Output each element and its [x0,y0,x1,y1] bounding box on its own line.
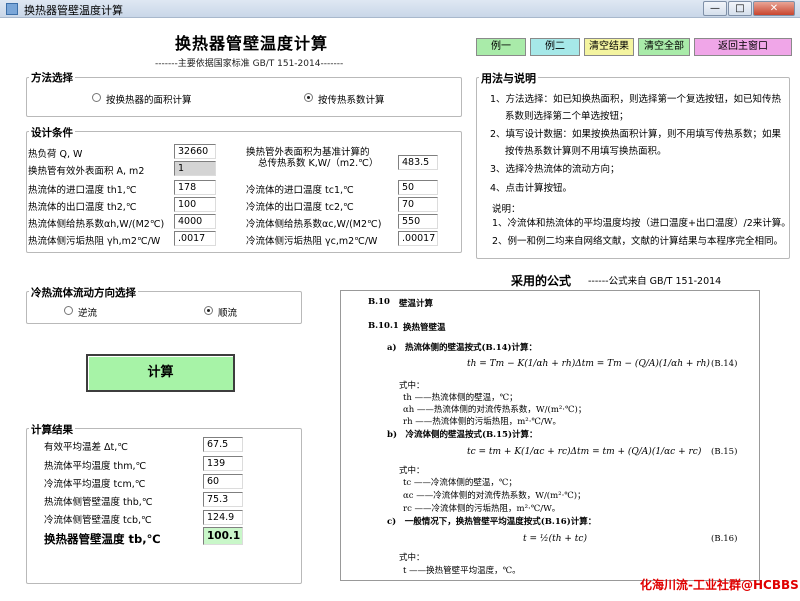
formula-eq15: tc = tm + K(1/αc + rc)Δtm = tm + (Q/A)(1… [467,447,702,457]
maximize-button[interactable]: □ [728,1,752,16]
example1-button[interactable]: 例一 [476,38,526,56]
input-th2[interactable]: 100 [174,197,216,212]
formula-a-text: a) 热流体侧的壁温按式(B.14)计算： [387,343,538,353]
formula-where-1: 式中： [399,381,425,391]
usage-line-6: 4、点击计算按钮。 [490,183,573,194]
label-th2: 热流体的出口温度 th2,℃ [28,202,137,213]
formula-subsec-title: 换热管壁温 [403,323,446,333]
radio-coef-dot[interactable] [304,93,313,102]
usage-group-title: 用法与说明 [479,70,538,86]
usage-line-3: 2、填写设计数据：如果按换热面积计算，则不用填写传热系数；如果 [490,129,782,140]
radio-counter-dot[interactable] [64,306,73,315]
output-final-tb[interactable]: 100.1 [203,527,243,545]
formula-sec-title: 壁温计算 [399,299,434,309]
label-alpha-c: 冷流体侧给热系数αc,W/(M2℃) [246,219,382,230]
label-th1: 热流体的进口温度 th1,℃ [28,185,137,196]
results-group-title: 计算结果 [29,422,75,437]
label-k-line2: 总传热系数 K,W/（m2.℃） [258,158,379,169]
input-tc1[interactable]: 50 [398,180,438,195]
formula-b-def-1: tc ——冷流体侧的壁温，℃； [403,478,517,488]
radio-coef-label: 按传热系数计算 [318,95,385,106]
example2-button[interactable]: 例二 [530,38,580,56]
output-thm[interactable]: 139 [203,456,243,471]
usage-note-1: 1、冷流体和热流体的平均温度均按（进口温度+出口温度）/2来计算。 [492,218,791,229]
formula-b-text: b) 冷流体侧的壁温按式(B.15)计算： [387,430,538,440]
watermark-text: 化海川流-工业社群@HCBBS [640,578,799,592]
formula-image: B.10 壁温计算 B.10.1 换热管壁温 a) 热流体侧的壁温按式(B.14… [340,290,760,581]
label-gamma-h: 热流体侧污垢热阻 γh,m2℃/W [28,236,161,247]
radio-area-dot[interactable] [92,93,101,102]
formula-sec-no: B.10 [368,297,390,307]
usage-line-5: 3、选择冷热流体的流动方向； [490,164,620,175]
input-k[interactable]: 483.5 [398,155,438,170]
radio-parallel-dot[interactable] [204,306,213,315]
close-button[interactable]: ✕ [753,1,795,16]
page-subtitle: -------主要依据国家标准 GB/T 151-2014------- [155,59,344,69]
formula-eq16-no: (B.16) [711,534,738,544]
usage-line-1: 1、方法选择：如已知换热面积，则选择第一个复选按钮，如已知传热 [490,94,782,105]
input-heat-load[interactable]: 32660 [174,144,216,159]
clear-all-button[interactable]: 清空全部 [638,38,690,56]
label-thb: 热流体侧管壁温度 thb,℃ [44,497,153,508]
label-tcb: 冷流体侧管壁温度 tcb,℃ [44,515,152,526]
label-tcm: 冷流体平均温度 tcm,℃ [44,479,146,490]
formula-where-2: 式中： [399,466,425,476]
label-heat-load: 热负荷 Q, W [28,149,83,160]
label-tc1: 冷流体的进口温度 tc1,℃ [246,185,354,196]
label-dtm: 有效平均温差 Δt,℃ [44,442,128,453]
back-main-button[interactable]: 返回主窗口 [694,38,792,56]
output-tcm[interactable]: 60 [203,474,243,489]
usage-line-4: 按传热系数计算则不用填写换热面积。 [505,146,667,157]
formula-eq15-no: (B.15) [711,447,738,457]
input-alpha-c[interactable]: 550 [398,214,438,229]
radio-parallel-label: 顺流 [218,308,238,319]
minimize-button[interactable]: — [703,1,727,16]
input-tc2[interactable]: 70 [398,197,438,212]
label-area: 换热管有效外表面积 A, m2 [28,166,145,177]
output-dtm[interactable]: 67.5 [203,437,243,452]
label-final-tb: 换热器管壁温度 tb,℃ [44,532,161,546]
formula-b-def-2: αc ——冷流体侧的对流传热系数，W/(m²·℃)； [403,491,586,501]
window-titlebar: 换热器管壁温度计算 — □ ✕ [0,0,800,18]
formula-eq14: th = Tm − K(1/αh + rh)Δtm = Tm − (Q/A)(1… [467,359,710,369]
label-tc2: 冷流体的出口温度 tc2,℃ [246,202,354,213]
formula-a-def-2: αh ——热流体侧的对流传热系数，W/(m²·℃)； [403,405,587,415]
formula-c-def-1: t ——换热管壁平均温度，℃。 [403,566,521,576]
formula-eq14-no: (B.14) [711,359,738,369]
radio-counter-label: 逆流 [78,308,98,319]
input-gamma-h[interactable]: .0017 [174,231,216,246]
clear-results-button[interactable]: 清空结果 [584,38,634,56]
usage-line-2: 系数则选择第二个单选按钮； [505,111,629,122]
input-gamma-c[interactable]: .00017 [398,231,438,246]
formula-source: ------公式来自 GB/T 151-2014 [588,276,722,287]
formula-c-text: c) 一般情况下，换热管壁平均温度按式(B.16)计算： [387,517,597,527]
method-group-title: 方法选择 [29,70,75,85]
formula-where-3: 式中： [399,553,425,563]
formula-eq16: t = ½(th + tc) [523,534,587,544]
input-alpha-h[interactable]: 4000 [174,214,216,229]
design-group-title: 设计条件 [29,125,75,140]
formula-a-def-3: rh ——热流体侧的污垢热阻，m²·℃/W。 [403,417,562,427]
input-th1[interactable]: 178 [174,180,216,195]
formula-subsec-no: B.10.1 [368,321,399,331]
usage-note-2: 2、例一和例二均来自网络文献，文献的计算结果与本程序完全相同。 [492,236,784,247]
output-tcb[interactable]: 124.9 [203,510,243,525]
formula-a-def-1: th ——热流体侧的壁温，℃； [403,393,518,403]
radio-area-label: 按换热器的面积计算 [106,95,192,106]
label-alpha-h: 热流体侧给热系数αh,W/(M2℃) [28,219,165,230]
window-title: 换热器管壁温度计算 [24,4,123,17]
app-icon [6,3,18,15]
label-thm: 热流体平均温度 thm,℃ [44,461,147,472]
label-gamma-c: 冷流体侧污垢热阻 γc,m2℃/W [246,236,378,247]
flow-group-title: 冷热流体流动方向选择 [29,285,138,300]
input-area[interactable]: 1 [174,161,216,176]
formula-b-def-3: rc ——冷流体侧的污垢热阻，m²·℃/W。 [403,504,561,514]
page-title: 换热器管壁温度计算 [175,34,329,53]
calculate-button[interactable]: 计算 [86,354,235,392]
formula-heading: 采用的公式 [511,274,572,288]
usage-note-title: 说明： [492,204,521,215]
output-thb[interactable]: 75.3 [203,492,243,507]
